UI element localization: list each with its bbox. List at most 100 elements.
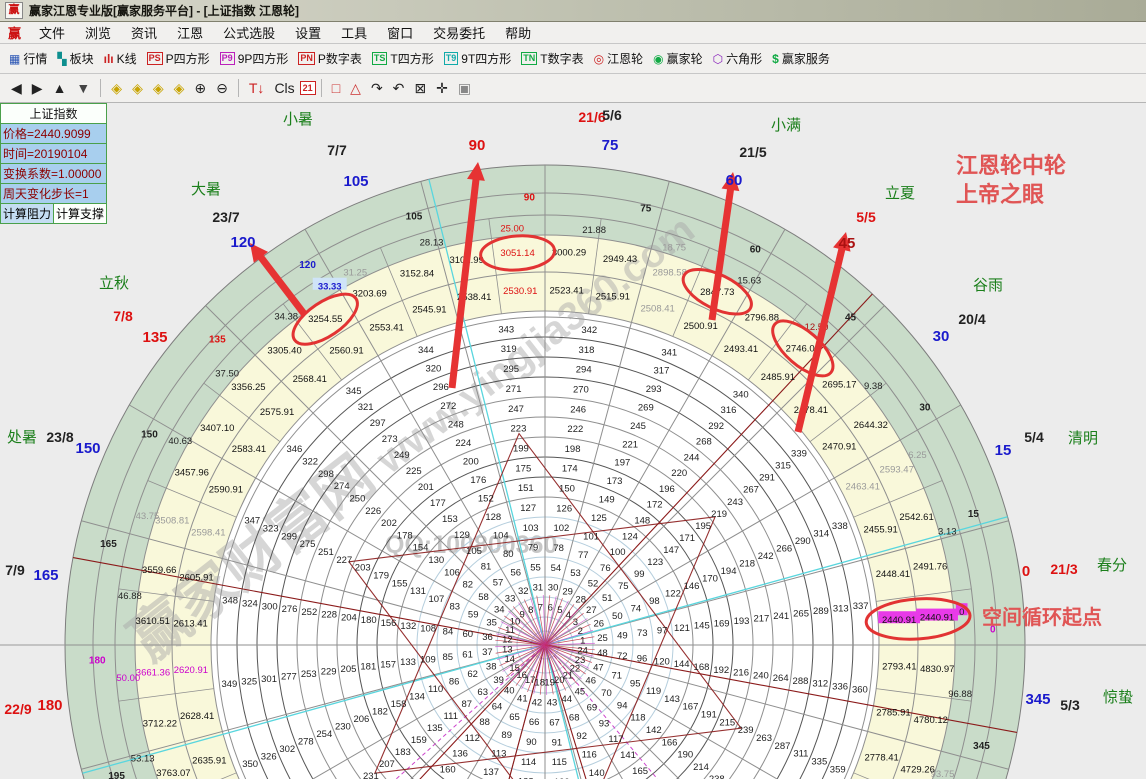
spiral-number: 28 [575, 594, 586, 605]
spiral-number: 148 [634, 515, 650, 526]
price-ring-label: 2508.41 [640, 303, 674, 314]
spiral-number: 241 [773, 611, 789, 622]
menu-item-6[interactable]: 工具 [331, 24, 377, 43]
spiral-number: 340 [733, 389, 749, 400]
spiral-number: 345 [346, 386, 362, 397]
calc-resistance-button[interactable]: 计算阻力 [0, 204, 53, 224]
menu-item-1[interactable]: 浏览 [75, 24, 121, 43]
spiral-number: 348 [222, 596, 238, 607]
spiral-number: 104 [493, 531, 509, 542]
cls-button[interactable]: Cls [269, 79, 299, 97]
degree-ring-label: 120 [299, 260, 316, 271]
degree-ring-label: 90 [524, 192, 536, 203]
outer-label: 30 [933, 328, 950, 345]
degree-ring-label: 150 [141, 430, 158, 441]
spiral-number: 74 [631, 603, 642, 614]
degree-ring-label: 165 [100, 539, 117, 550]
diamond-up-button[interactable]: ◈ [148, 79, 169, 98]
price-ring-label: 2620.91 [174, 665, 208, 676]
rect-tool-button[interactable]: □ [327, 79, 345, 97]
spiral-number: 125 [591, 513, 607, 524]
menu-item-5[interactable]: 设置 [285, 24, 331, 43]
nav-down-button[interactable]: ▼ [71, 79, 95, 97]
menu-item-2[interactable]: 资讯 [121, 24, 167, 43]
menu-item-3[interactable]: 江恩 [167, 24, 213, 43]
price-ring-label: 3152.84 [400, 268, 434, 279]
spiral-number: 92 [576, 731, 587, 742]
spiral-number: 50 [612, 611, 623, 622]
price-ring-label: 2545.91 [412, 304, 446, 315]
toolbar-t-table-button[interactable]: TNT数字表 [516, 48, 588, 69]
zoom-in-button[interactable]: ⊕ [189, 79, 211, 98]
spiral-number: 53 [570, 568, 581, 579]
outer-label: 75 [602, 137, 619, 154]
spiral-number: 349 [221, 679, 237, 690]
toolbar-winner-wheel-button[interactable]: ◉赢家轮 [648, 48, 708, 69]
spiral-number: 297 [370, 418, 386, 429]
toolbar-hexagon-button[interactable]: ⬡六角形 [708, 48, 768, 69]
zoom-out-button[interactable]: ⊖ [211, 79, 233, 98]
calendar-button[interactable]: 21 [300, 81, 316, 95]
nav-up-button[interactable]: ▲ [48, 79, 72, 97]
time-row: 时间=20190104 [0, 144, 107, 164]
toolbar-blocks-button[interactable]: ▚板块 [52, 48, 98, 69]
rotate-ccw-button[interactable]: ↶ [388, 79, 410, 98]
price-ring-label: 3000.29 [552, 248, 586, 259]
spiral-number: 135 [427, 723, 443, 734]
triangle-tool-button[interactable]: △ [345, 79, 366, 98]
percent-ring-label: 0 [959, 607, 964, 618]
menu-item-7[interactable]: 窗口 [377, 24, 423, 43]
degree-ring-label: 105 [406, 212, 423, 223]
spiral-number: 253 [301, 669, 317, 680]
gann-wheel-label: 江恩轮 [607, 50, 643, 67]
outer-label: 5/5 [856, 209, 876, 225]
percent-ring-label: 46.88 [118, 591, 142, 602]
trash-button[interactable]: ▣ [453, 79, 476, 98]
toolbar-9t-square-button[interactable]: T99T四方形 [439, 48, 517, 69]
spiral-number: 75 [618, 581, 629, 592]
nav-next-button[interactable]: ▶ [27, 79, 48, 98]
gann-wheel[interactable]: 赢家财富网www.yingjia360.comQQ:10080036001530… [0, 103, 1146, 779]
winner-service-icon: $ [772, 52, 779, 66]
center-tool-button[interactable]: ✛ [431, 79, 453, 98]
menu-item-0[interactable]: 文件 [29, 24, 75, 43]
menu-item-9[interactable]: 帮助 [495, 24, 541, 43]
spiral-number: 39 [493, 675, 504, 686]
spiral-number: 269 [638, 403, 654, 414]
price-ring-label: 2793.41 [882, 662, 916, 673]
calc-support-button[interactable]: 计算支撑 [53, 204, 107, 224]
menu-item-4[interactable]: 公式选股 [213, 24, 285, 43]
outer-label: 21/3 [1050, 561, 1077, 577]
spiral-number: 226 [365, 506, 381, 517]
toolbar-p-square-button[interactable]: PSP四方形 [142, 48, 215, 69]
spiral-number: 119 [646, 686, 661, 697]
outer-label: 22/9 [4, 701, 31, 717]
degree-ring-label: 135 [209, 334, 226, 345]
price-ring-label: 3457.96 [175, 468, 209, 479]
toolbar-quotes-button[interactable]: ▦行情 [4, 48, 52, 69]
spiral-number: 65 [509, 712, 520, 723]
toolbar-winner-service-button[interactable]: $赢家服务 [767, 48, 835, 69]
diamond-left-button[interactable]: ◈ [106, 79, 127, 98]
toolbar-separator [100, 79, 101, 97]
t-updown-button[interactable]: T↓ [244, 79, 270, 97]
toolbar-kline-button[interactable]: ılıK线 [99, 48, 142, 69]
nav-prev-button[interactable]: ◀ [6, 79, 27, 98]
toolbar-t-square-button[interactable]: TST四方形 [367, 48, 439, 69]
spiral-number: 115 [552, 757, 567, 768]
toolbar-9p-square-button[interactable]: P99P四方形 [215, 48, 294, 69]
diamond-down-button[interactable]: ◈ [169, 79, 190, 98]
index-name: 上证指数 [0, 103, 107, 124]
spiral-number: 88 [479, 717, 490, 728]
spiral-number: 278 [298, 737, 314, 748]
box-x-button[interactable]: ⊠ [409, 79, 431, 98]
toolbar-gann-wheel-button[interactable]: ◎江恩轮 [589, 48, 649, 69]
diamond-right-button[interactable]: ◈ [127, 79, 148, 98]
toolbar-p-table-button[interactable]: PNP数字表 [293, 48, 367, 69]
spiral-number: 46 [585, 676, 596, 687]
toolbar-separator [321, 79, 322, 97]
t-table-label: T数字表 [540, 50, 583, 67]
menu-item-8[interactable]: 交易委托 [423, 24, 495, 43]
rotate-cw-button[interactable]: ↷ [366, 79, 388, 98]
outer-label: 90 [469, 137, 486, 154]
